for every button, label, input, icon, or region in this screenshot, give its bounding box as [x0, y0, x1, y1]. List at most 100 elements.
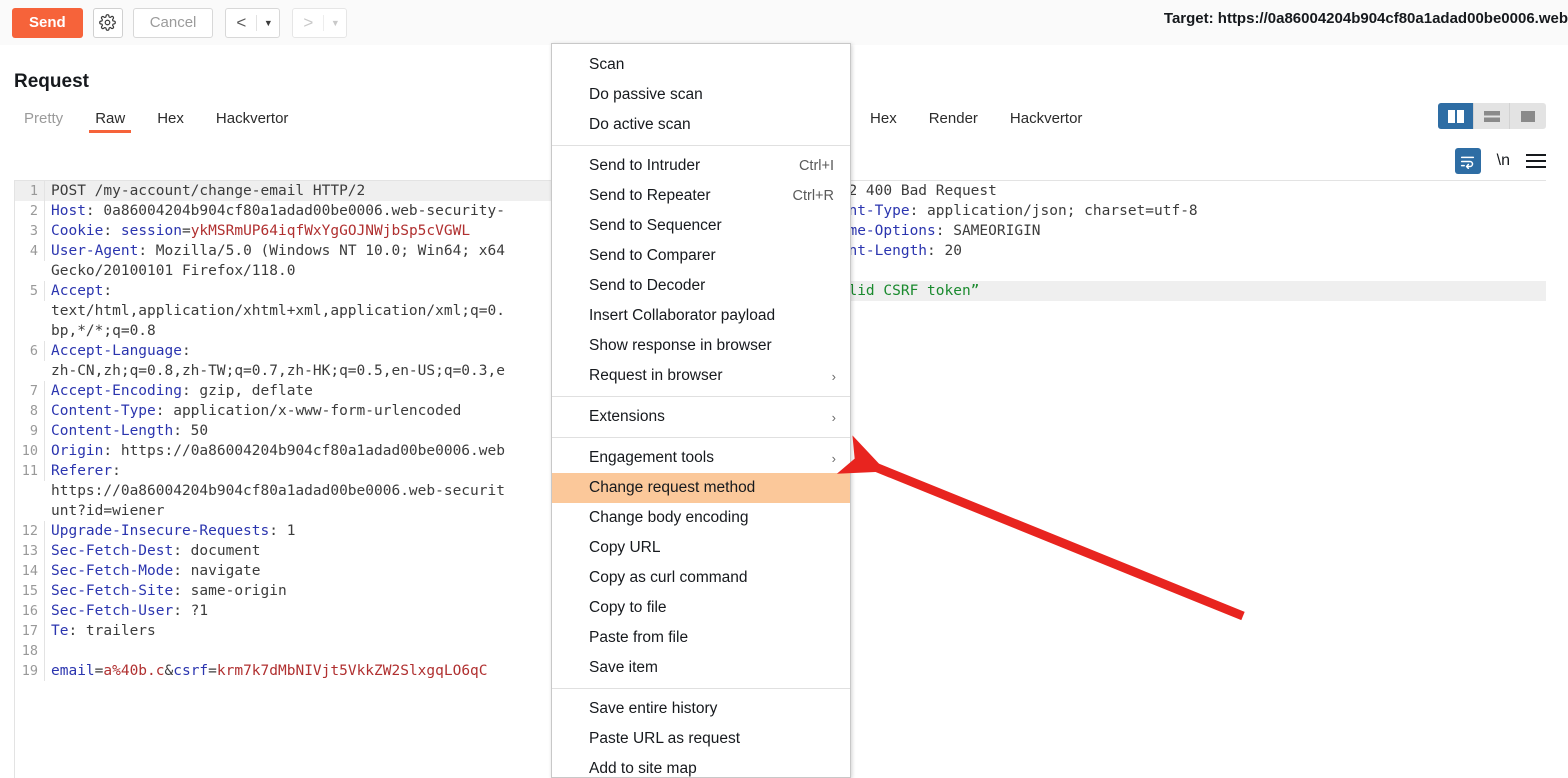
- code-token: : 50: [173, 423, 208, 439]
- code-line: tent-Type: application/json; charset=utf…: [795, 201, 1546, 221]
- layout-stacked-button[interactable]: [1474, 103, 1510, 129]
- menu-item-change-request-method[interactable]: Change request method: [552, 473, 850, 503]
- forward-dropdown-caret-down-icon[interactable]: ▼: [324, 9, 346, 37]
- menu-item-copy-url[interactable]: Copy URL: [552, 533, 850, 563]
- back-dropdown-caret-down-icon[interactable]: ▼: [257, 9, 279, 37]
- code-token: Content-Type: [51, 403, 156, 419]
- menu-item-extensions[interactable]: Extensions›: [552, 402, 850, 432]
- newline-toggle-icon[interactable]: \n: [1497, 152, 1510, 170]
- menu-item-add-to-site-map[interactable]: Add to site map: [552, 754, 850, 778]
- code-token: zh-CN,zh;q=0.8,zh-TW;q=0.7,zh-HK;q=0.5,e…: [51, 363, 505, 379]
- menu-item-do-active-scan[interactable]: Do active scan: [552, 110, 850, 140]
- menu-item-copy-as-curl-command[interactable]: Copy as curl command: [552, 563, 850, 593]
- line-text: tent-Type: application/json; charset=utf…: [825, 201, 1546, 221]
- forward-button-group[interactable]: > ▼: [292, 8, 347, 38]
- code-token: : navigate: [173, 563, 260, 579]
- chevron-right-icon: ›: [832, 451, 838, 466]
- top-toolbar: Send Cancel < ▼ > ▼ Target: https://0a86…: [0, 0, 1568, 45]
- cancel-button[interactable]: Cancel: [133, 8, 214, 38]
- menu-item-save-item[interactable]: Save item: [552, 653, 850, 683]
- menu-item-request-in-browser[interactable]: Request in browser›: [552, 361, 850, 391]
- gear-icon[interactable]: [93, 8, 123, 38]
- code-token: : application/json; charset=utf-8: [910, 203, 1198, 219]
- line-number: 17: [15, 621, 45, 641]
- menu-item-label: Send to Decoder: [589, 277, 705, 295]
- send-button[interactable]: Send: [12, 8, 83, 38]
- code-token: Origin: [51, 443, 103, 459]
- code-token: Te: [51, 623, 68, 639]
- back-button-group[interactable]: < ▼: [225, 8, 280, 38]
- layout-single-button[interactable]: [1510, 103, 1546, 129]
- response-tab-hackvertor[interactable]: Hackvertor: [1000, 110, 1093, 133]
- menu-item-label: Insert Collaborator payload: [589, 307, 775, 325]
- menu-item-do-passive-scan[interactable]: Do passive scan: [552, 80, 850, 110]
- code-token: Sec-Fetch-Dest: [51, 543, 173, 559]
- code-token: : Mozilla/5.0 (Windows NT 10.0; Win64; x…: [138, 243, 505, 259]
- line-number: 12: [15, 521, 45, 541]
- line-text: valid CSRF token”: [825, 281, 1546, 301]
- menu-item-copy-to-file[interactable]: Copy to file: [552, 593, 850, 623]
- request-tab-raw[interactable]: Raw: [85, 110, 135, 133]
- line-number: 4: [15, 241, 45, 261]
- menu-item-engagement-tools[interactable]: Engagement tools ›: [552, 443, 850, 473]
- menu-item-label: Copy to file: [589, 599, 667, 617]
- code-line: tent-Length: 20: [795, 241, 1546, 261]
- menu-separator: [552, 145, 850, 146]
- line-number: 1: [15, 181, 45, 201]
- menu-item-send-to-comparer[interactable]: Send to Comparer: [552, 241, 850, 271]
- line-number: 10: [15, 441, 45, 461]
- menu-separator: [552, 688, 850, 689]
- request-tab-hackvertor[interactable]: Hackvertor: [206, 110, 299, 133]
- response-editor[interactable]: P/2 400 Bad Requesttent-Type: applicatio…: [794, 180, 1546, 778]
- code-token: : application/x-www-form-urlencoded: [156, 403, 462, 419]
- chevron-right-icon: ›: [832, 410, 838, 425]
- response-code-lines: P/2 400 Bad Requesttent-Type: applicatio…: [795, 181, 1546, 301]
- menu-item-save-entire-history[interactable]: Save entire history: [552, 694, 850, 724]
- chevron-right-icon[interactable]: >: [293, 9, 323, 37]
- request-tab-pretty[interactable]: Pretty: [14, 110, 73, 133]
- menu-item-send-to-sequencer[interactable]: Send to Sequencer: [552, 211, 850, 241]
- response-tab-render[interactable]: Render: [919, 110, 988, 133]
- context-menu: Scan Do passive scanDo active scan Send to…: [551, 43, 851, 778]
- menu-item-label: Request in browser: [589, 367, 723, 385]
- menu-item-label: Add to site map: [589, 760, 697, 778]
- line-number: 11: [15, 461, 45, 481]
- code-token: Gecko/20100101 Firefox/118.0: [51, 263, 295, 279]
- menu-item-send-to-decoder[interactable]: Send to Decoder: [552, 271, 850, 301]
- menu-item-label: Engagement tools: [589, 449, 714, 467]
- menu-item-change-body-encoding[interactable]: Change body encoding: [552, 503, 850, 533]
- code-token: Sec-Fetch-Site: [51, 583, 173, 599]
- code-token: Content-Length: [51, 423, 173, 439]
- line-number: 18: [15, 641, 45, 661]
- code-token: &: [165, 663, 174, 679]
- menu-item-label: Scan: [589, 56, 624, 74]
- code-token: =: [208, 663, 217, 679]
- menu-item-paste-from-file[interactable]: Paste from file: [552, 623, 850, 653]
- chevron-left-icon[interactable]: <: [226, 9, 256, 37]
- menu-item-send-to-intruder[interactable]: Send to IntruderCtrl+I: [552, 151, 850, 181]
- code-token: https://0a86004204b904cf80a1adad00be0006…: [51, 483, 505, 499]
- hamburger-menu-icon[interactable]: [1526, 150, 1546, 172]
- word-wrap-icon[interactable]: [1455, 148, 1481, 174]
- menu-item-insert-collaborator-payload[interactable]: Insert Collaborator payload: [552, 301, 850, 331]
- line-number: 19: [15, 661, 45, 681]
- code-token: Sec-Fetch-User: [51, 603, 173, 619]
- menu-item-shortcut: Ctrl+I: [799, 158, 838, 174]
- code-token: csrf: [173, 663, 208, 679]
- request-tab-hex[interactable]: Hex: [147, 110, 194, 133]
- response-tab-hex[interactable]: Hex: [860, 110, 907, 133]
- code-token: Accept: [51, 283, 103, 299]
- menu-item-label: Copy URL: [589, 539, 661, 557]
- menu-item-paste-url-as-request[interactable]: Paste URL as request: [552, 724, 850, 754]
- menu-item-show-response-in-browser[interactable]: Show response in browser: [552, 331, 850, 361]
- layout-side-by-side-button[interactable]: [1438, 103, 1474, 129]
- code-token: : trailers: [68, 623, 155, 639]
- code-token: text/html,application/xhtml+xml,applicat…: [51, 303, 505, 319]
- menu-item-label: Show response in browser: [589, 337, 772, 355]
- menu-item-scan[interactable]: Scan: [552, 50, 850, 80]
- code-token: =: [182, 223, 191, 239]
- menu-item-label: Paste from file: [589, 629, 688, 647]
- code-token: unt?id=wiener: [51, 503, 165, 519]
- code-token: : SAMEORIGIN: [936, 223, 1041, 239]
- menu-item-send-to-repeater[interactable]: Send to RepeaterCtrl+R: [552, 181, 850, 211]
